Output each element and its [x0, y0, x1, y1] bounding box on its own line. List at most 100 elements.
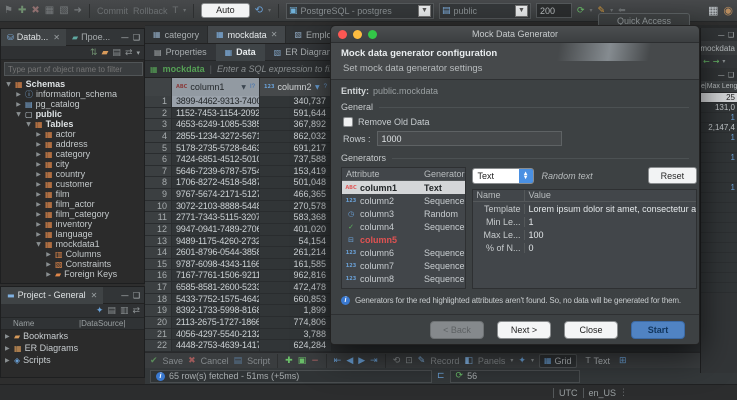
tree-item-columns[interactable]: ▶ ▥ Columns: [1, 249, 144, 259]
grid-cell-column2[interactable]: 54,154: [260, 235, 332, 247]
expand-arrow-icon[interactable]: ▶: [35, 171, 42, 178]
cancel-icon[interactable]: ✖: [188, 356, 196, 366]
tree-item-actor[interactable]: ▶ ▦ actor: [1, 129, 144, 139]
attribute-row-column2[interactable]: 123 column2 Sequence: [342, 194, 465, 207]
row-number[interactable]: 22: [145, 340, 172, 351]
tree-item-category[interactable]: ▶ ▦ category: [1, 149, 144, 159]
grid-cell-column1[interactable]: 2113-2675-1727-1866: [172, 316, 260, 328]
max-length-cell[interactable]: [701, 273, 737, 283]
panels-button[interactable]: Panels: [478, 356, 506, 366]
grid-cell-column1[interactable]: 9947-0941-7489-2706: [172, 223, 260, 235]
expand-arrow-icon[interactable]: ▶: [35, 201, 42, 208]
tree-item-language[interactable]: ▶ ▦ language: [1, 229, 144, 239]
row-number[interactable]: 9: [145, 189, 172, 200]
max-length-cell[interactable]: [701, 223, 737, 233]
max-length-cell[interactable]: 1: [701, 183, 737, 193]
row-number[interactable]: 3: [145, 119, 172, 130]
row-number[interactable]: 2: [145, 107, 172, 119]
expand-arrow-icon[interactable]: ▶: [35, 151, 42, 158]
maximize-icon[interactable]: ❑: [728, 31, 734, 39]
dropdown-icon[interactable]: ▾: [722, 58, 725, 65]
schema-combo[interactable]: ▤ public ▼: [439, 2, 531, 19]
refresh-status[interactable]: ⟳ 56: [449, 369, 580, 383]
expand-arrow-icon[interactable]: ▶: [35, 191, 42, 198]
grid-cell-column2[interactable]: 737,588: [260, 154, 332, 165]
text-view-toggle[interactable]: T Text: [582, 354, 614, 368]
expand-arrow-icon[interactable]: ▶: [35, 161, 42, 168]
delete-row-icon[interactable]: −: [311, 356, 319, 366]
grid-cell-column2[interactable]: 591,644: [260, 107, 332, 119]
commit-button[interactable]: Commit: [97, 6, 128, 16]
sql-editor-icon[interactable]: ▦: [45, 5, 54, 16]
max-length-cell[interactable]: [701, 263, 737, 273]
reset-button[interactable]: Reset: [647, 167, 698, 184]
expand-arrow-icon[interactable]: ▶: [35, 141, 42, 148]
collapse-arrow-icon[interactable]: ▼: [15, 111, 22, 118]
auto-commit-button[interactable]: Auto: [201, 3, 250, 18]
next-button[interactable]: Next >: [497, 320, 551, 339]
grid-corner-cell[interactable]: [145, 78, 172, 96]
grid-cell-column1[interactable]: 1152-7453-1154-2092: [172, 107, 260, 119]
tree-item-pg-catalog[interactable]: ▶ ▤ pg_catalog: [1, 99, 144, 109]
record-button[interactable]: Record: [430, 356, 459, 366]
filter-funnel-icon[interactable]: ▼: [241, 84, 246, 91]
maximize-icon[interactable]: ❑: [133, 33, 140, 42]
row-number[interactable]: 16: [145, 270, 172, 281]
tab-projects[interactable]: ▰ Прое...: [66, 29, 116, 46]
expand-arrow-icon[interactable]: ▶: [45, 251, 52, 258]
forward-arrow-icon[interactable]: →: [713, 57, 720, 66]
tree-item-film-actor[interactable]: ▶ ▦ film_actor: [1, 199, 144, 209]
tree-item-city[interactable]: ▶ ▦ city: [1, 159, 144, 169]
expand-arrow-icon[interactable]: ▶: [35, 181, 42, 188]
script-button[interactable]: Script: [247, 356, 270, 366]
minimize-icon[interactable]: —: [121, 291, 129, 300]
link-editor-icon[interactable]: ⇄: [125, 48, 133, 58]
max-length-cell[interactable]: [701, 173, 737, 183]
property-value[interactable]: 1: [525, 217, 697, 227]
minimize-icon[interactable]: —: [718, 71, 725, 79]
expand-arrow-icon[interactable]: ▶: [35, 231, 42, 238]
tab-category[interactable]: ▦ category: [145, 26, 208, 43]
panels-icon[interactable]: ◧: [464, 356, 473, 366]
tree-item-inventory[interactable]: ▶ ▦ inventory: [1, 219, 144, 229]
row-number[interactable]: 1: [145, 96, 172, 107]
column2-header[interactable]: 123 column2 ▼ ?: [260, 78, 332, 96]
max-length-cell[interactable]: [701, 233, 737, 243]
dialog-titlebar[interactable]: Mock Data Generator: [331, 26, 699, 43]
attribute-column-header[interactable]: Attribute: [342, 169, 424, 179]
grid-cell-column1[interactable]: 3899-4462-9313-7400: [172, 96, 260, 107]
collapse-arrow-icon[interactable]: ▼: [5, 81, 12, 88]
record-mode-icon[interactable]: ✎: [418, 356, 426, 366]
column1-header[interactable]: ABC column1 ▼ I?: [172, 78, 260, 96]
tree-item-schemas[interactable]: ▼ ▦ Schemas: [1, 79, 144, 89]
navigator-filter-input[interactable]: [4, 62, 143, 76]
maximize-icon[interactable]: ❑: [728, 71, 734, 79]
duplicate-row-icon[interactable]: ▣: [298, 356, 307, 366]
grid-cell-column2[interactable]: 367,892: [260, 119, 332, 130]
add-connection-icon[interactable]: ✚: [18, 5, 26, 16]
row-number[interactable]: 12: [145, 223, 172, 235]
sort-indicator-icon[interactable]: I?: [250, 84, 255, 90]
project-item-scripts[interactable]: ▶ ◈ Scripts: [1, 354, 144, 366]
remove-old-data-row[interactable]: Remove Old Data: [343, 117, 689, 127]
view-options-dropdown[interactable]: ▾: [531, 357, 534, 364]
rows-input[interactable]: [376, 131, 562, 146]
tx-mode-dropdown[interactable]: ▾: [183, 7, 186, 14]
timezone-indicator[interactable]: UTC: [559, 388, 578, 398]
max-length-cell[interactable]: [701, 243, 737, 253]
max-length-cell[interactable]: 2,147,4: [701, 123, 737, 133]
max-length-cell[interactable]: [701, 163, 737, 173]
close-icon[interactable]: ✕: [91, 291, 98, 300]
tree-item-public[interactable]: ▼ ▢ public: [1, 109, 144, 119]
grid-cell-column2[interactable]: 774,806: [260, 316, 332, 328]
chevron-down-icon[interactable]: ▼: [418, 4, 431, 17]
remove-old-data-checkbox[interactable]: [343, 117, 353, 127]
row-number[interactable]: 10: [145, 200, 172, 212]
refresh-rows-icon[interactable]: ⟳: [577, 6, 585, 16]
tree-item-foreign-keys[interactable]: ▶ ▰ Foreign Keys: [1, 269, 144, 279]
grid-cell-column1[interactable]: 4056-4297-5540-2132: [172, 328, 260, 340]
grid-cell-column1[interactable]: 4653-6249-1085-5385: [172, 119, 260, 130]
grid-cell-column1[interactable]: 2855-1234-3272-5671: [172, 130, 260, 142]
tree-item-mockdata1[interactable]: ▼ ▦ mockdata1: [1, 239, 144, 249]
max-length-cell[interactable]: [701, 193, 737, 203]
